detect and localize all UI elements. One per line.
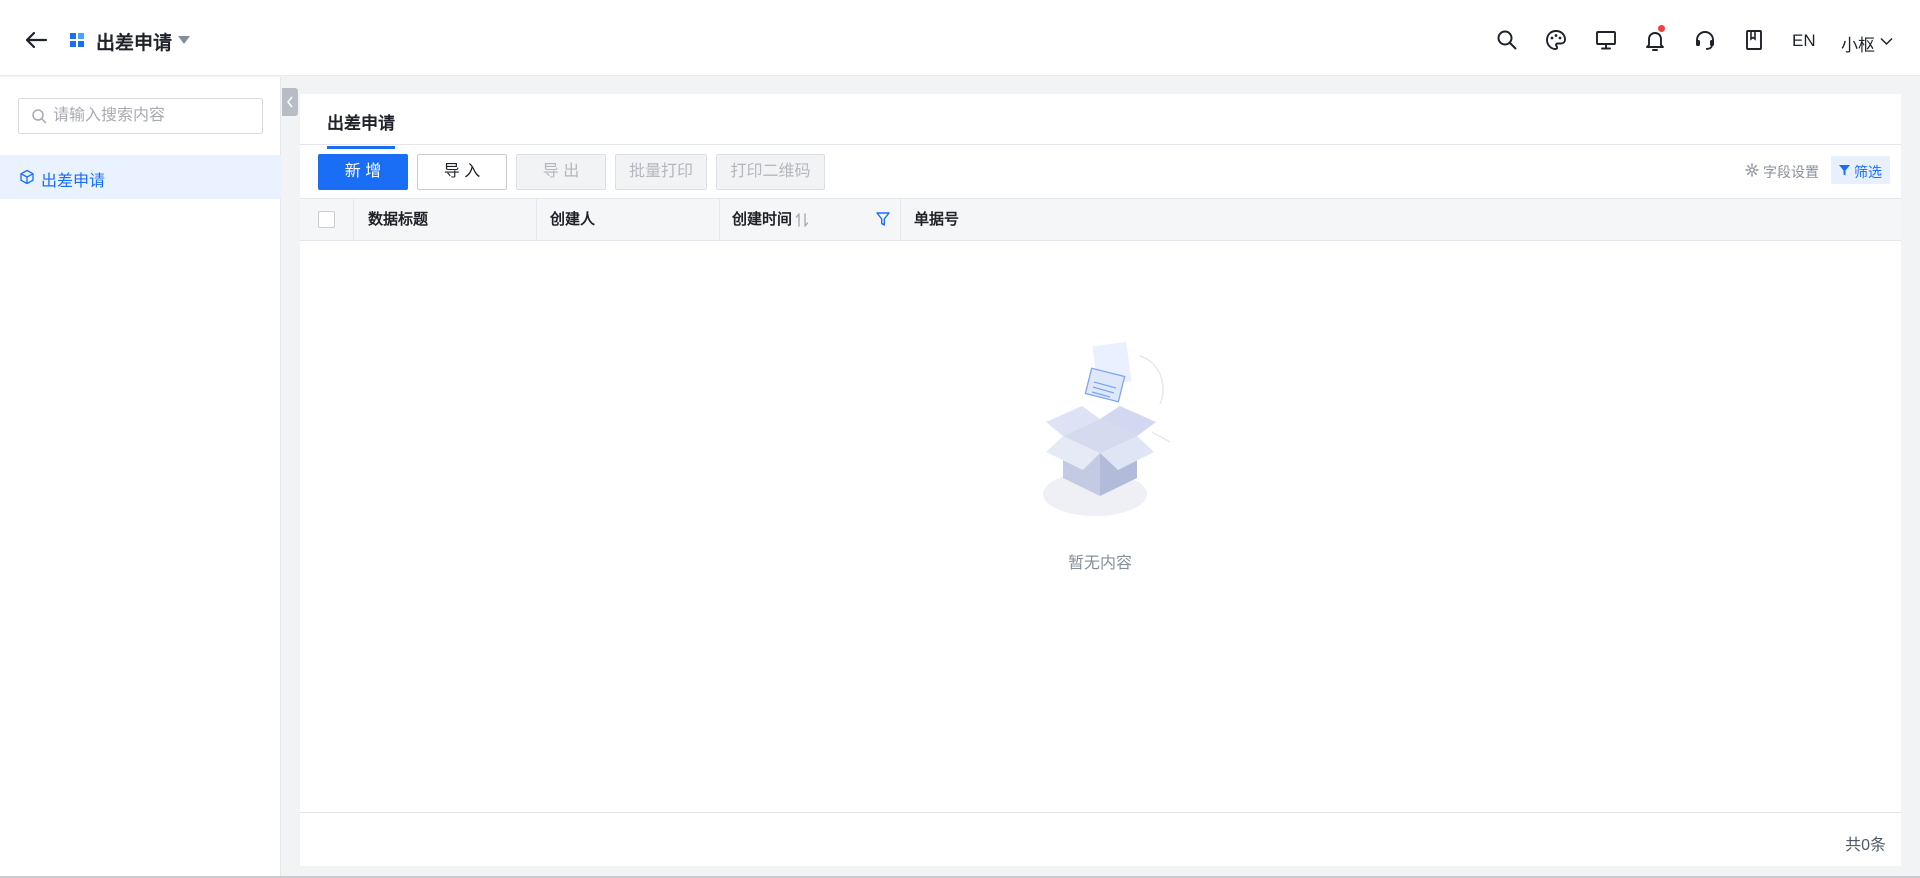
- back-arrow-icon[interactable]: [22, 26, 50, 54]
- column-divider: [719, 199, 720, 240]
- book-icon[interactable]: [1741, 27, 1767, 53]
- empty-state-text: 暂无内容: [1067, 555, 1132, 572]
- sidebar-item-label: 出差申请: [41, 173, 106, 190]
- column-divider: [536, 199, 537, 240]
- add-button[interactable]: 新 增: [318, 154, 408, 190]
- import-button[interactable]: 导 入: [417, 154, 507, 190]
- filter-icon: [1839, 165, 1850, 176]
- app-grid-icon: [70, 33, 84, 47]
- column-header-title[interactable]: 数据标题: [368, 199, 428, 240]
- column-header-doc-number[interactable]: 单据号: [914, 199, 959, 240]
- main-panel: 出差申请 新 增 导 入 导 出 批量打印 打印二维码 字段设置 筛选 数据标题…: [300, 94, 1901, 866]
- monitor-icon[interactable]: [1593, 27, 1619, 53]
- table-footer: 共0条: [300, 812, 1901, 866]
- column-header-created-time[interactable]: 创建时间: [732, 199, 792, 240]
- sidebar-search-input[interactable]: [53, 105, 253, 127]
- user-name[interactable]: 小枢: [1841, 31, 1875, 56]
- sidebar-collapse-handle[interactable]: [282, 88, 298, 116]
- app-title[interactable]: 出差申请: [96, 28, 172, 55]
- print-qr-button[interactable]: 打印二维码: [716, 154, 825, 190]
- column-header-creator[interactable]: 创建人: [550, 199, 595, 240]
- headset-icon[interactable]: [1692, 27, 1718, 53]
- sort-icon[interactable]: [795, 212, 809, 228]
- search-icon: [32, 109, 47, 124]
- total-count: 共0条: [1845, 837, 1886, 854]
- bell-icon[interactable]: [1642, 27, 1668, 53]
- top-bar: 出差申请 EN 小枢: [0, 0, 1920, 76]
- chevron-down-icon[interactable]: [1880, 37, 1893, 46]
- column-filter-icon[interactable]: [876, 211, 890, 227]
- table-header: 数据标题 创建人 创建时间 单据号: [300, 198, 1901, 241]
- column-divider: [900, 199, 901, 240]
- filter-label: 筛选: [1854, 164, 1882, 180]
- column-divider: [353, 199, 354, 240]
- palette-icon[interactable]: [1543, 27, 1569, 53]
- tab-travel-request[interactable]: 出差申请: [327, 109, 395, 149]
- field-settings-label: 字段设置: [1763, 164, 1819, 180]
- select-all-checkbox[interactable]: [318, 211, 335, 228]
- search-icon[interactable]: [1494, 27, 1520, 53]
- cube-icon: [20, 169, 34, 185]
- sidebar-search[interactable]: [18, 98, 263, 134]
- sidebar-item-travel-request[interactable]: 出差申请: [0, 155, 281, 199]
- gear-icon: [1745, 163, 1759, 177]
- batch-print-button[interactable]: 批量打印: [615, 154, 707, 190]
- sidebar: 出差申请: [0, 77, 281, 878]
- chevron-left-icon: [287, 96, 293, 108]
- tab-bar: 出差申请: [300, 94, 1901, 149]
- caret-down-icon[interactable]: [177, 34, 191, 46]
- empty-box-illustration: [1043, 341, 1171, 516]
- language-switch[interactable]: EN: [1792, 31, 1816, 51]
- notification-dot: [1658, 25, 1665, 32]
- export-button[interactable]: 导 出: [516, 154, 606, 190]
- filter-button[interactable]: 筛选: [1831, 156, 1890, 184]
